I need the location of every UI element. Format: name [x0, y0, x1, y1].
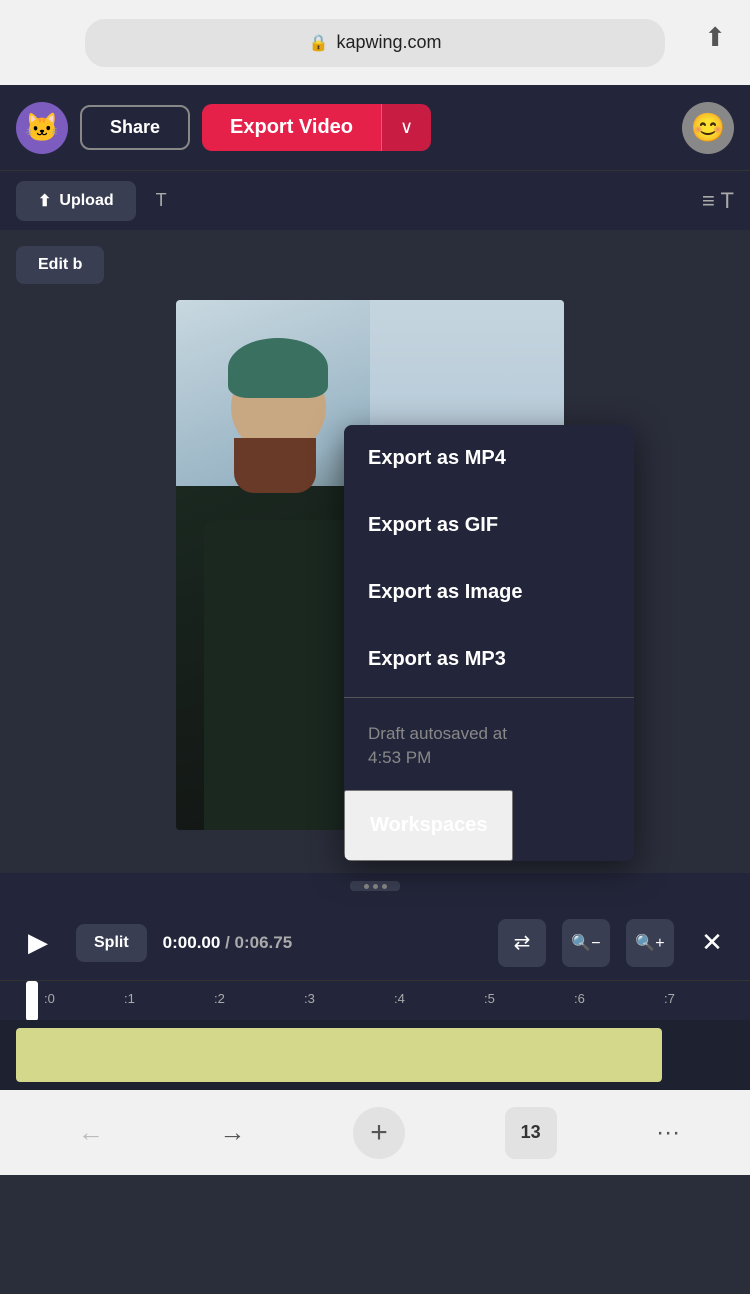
export-btn-group: Export Video ∨ [202, 104, 431, 151]
secondary-nav: ⬆ Upload T ≡ T [0, 170, 750, 230]
share-button[interactable]: Share [80, 105, 190, 150]
time-current: 0:00.00 [163, 933, 221, 952]
ruler-mark-7: :7 [664, 991, 675, 1006]
close-button[interactable]: ✕ [690, 921, 734, 965]
video-hair [234, 438, 316, 493]
edit-button[interactable]: Edit b [16, 246, 104, 284]
browser-chrome: 🔒 kapwing.com ⬆ [0, 0, 750, 85]
video-body [204, 520, 354, 830]
close-icon: ✕ [701, 927, 723, 958]
lock-icon: 🔒 [309, 33, 329, 53]
ios-share-button[interactable]: ⬆ [704, 22, 726, 53]
time-total: / 0:06.75 [225, 933, 292, 952]
play-icon: ▶ [28, 927, 48, 958]
drag-handle-area [0, 873, 750, 905]
more-dots-icon: ··· [656, 1119, 680, 1146]
forward-button[interactable]: → [211, 1109, 253, 1156]
swap-button[interactable]: ⇄ [498, 919, 546, 967]
playback-bar: ▶ Split 0:00.00 / 0:06.75 ⇄ 🔍− 🔍+ ✕ [0, 905, 750, 980]
logo-avatar[interactable]: 🐱 [16, 102, 68, 154]
upload-arrow-icon: ⬆ [38, 191, 51, 211]
zoom-in-icon: 🔍+ [635, 933, 664, 953]
new-tab-button[interactable]: + [353, 1107, 405, 1159]
ruler-mark-2: :2 [214, 991, 225, 1006]
ruler-markers: :0 :1 :2 :3 :4 :5 :6 :7 [16, 981, 734, 1021]
ruler-mark-0: :0 [44, 991, 55, 1006]
top-nav: 🐱 Share Export Video ∨ 😊 [0, 85, 750, 170]
track-clip[interactable] [16, 1028, 662, 1082]
play-button[interactable]: ▶ [16, 921, 60, 965]
drag-dot-1 [364, 884, 369, 889]
split-button[interactable]: Split [76, 924, 147, 962]
drag-dot-3 [382, 884, 387, 889]
chevron-down-icon: ∨ [400, 117, 413, 137]
timeline-ruler: :0 :1 :2 :3 :4 :5 :6 :7 [0, 980, 750, 1020]
ruler-mark-3: :3 [304, 991, 315, 1006]
user-avatar[interactable]: 😊 [682, 102, 734, 154]
ruler-mark-1: :1 [124, 991, 135, 1006]
main-content: Edit b Export as MP4 Export as GIF Expor… [0, 230, 750, 1090]
back-button[interactable]: ← [70, 1109, 112, 1156]
export-mp4-item[interactable]: Export as MP4 [344, 425, 634, 492]
ruler-mark-5: :5 [484, 991, 495, 1006]
export-mp3-item[interactable]: Export as MP3 [344, 626, 634, 693]
export-gif-item[interactable]: Export as GIF [344, 492, 634, 559]
export-video-button[interactable]: Export Video [202, 104, 381, 151]
export-dropdown-button[interactable]: ∨ [381, 104, 431, 151]
time-display: 0:00.00 / 0:06.75 [163, 933, 293, 953]
zoom-in-button[interactable]: 🔍+ [626, 919, 674, 967]
timeline-track [0, 1020, 750, 1090]
drag-handle[interactable] [350, 881, 400, 891]
plus-icon: + [370, 1116, 388, 1150]
dropdown-menu: Export as MP4 Export as GIF Export as Im… [344, 425, 634, 861]
ruler-mark-6: :6 [574, 991, 585, 1006]
nav-menu-icon[interactable]: ≡ T [702, 188, 734, 214]
more-options-button[interactable]: ··· [656, 1119, 680, 1147]
nav-tab-t: T [156, 190, 167, 211]
autosave-text: Draft autosaved at4:53 PM [344, 702, 634, 790]
edit-bar: Edit b [0, 230, 750, 300]
swap-icon: ⇄ [514, 930, 531, 955]
url-text: kapwing.com [336, 32, 441, 53]
zoom-out-icon: 🔍− [571, 933, 600, 953]
zoom-out-button[interactable]: 🔍− [562, 919, 610, 967]
video-hat [228, 338, 328, 398]
upload-button[interactable]: ⬆ Upload [16, 181, 136, 221]
address-bar[interactable]: 🔒 kapwing.com [85, 19, 665, 67]
tab-count-button[interactable]: 13 [505, 1107, 557, 1159]
workspaces-item[interactable]: Workspaces [344, 790, 513, 861]
drag-dot-2 [373, 884, 378, 889]
dropdown-divider [344, 697, 634, 698]
export-image-item[interactable]: Export as Image [344, 559, 634, 626]
ruler-mark-4: :4 [394, 991, 405, 1006]
browser-bottom-nav: ← → + 13 ··· [0, 1090, 750, 1175]
timeline-section: ▶ Split 0:00.00 / 0:06.75 ⇄ 🔍− 🔍+ ✕ [0, 873, 750, 1090]
